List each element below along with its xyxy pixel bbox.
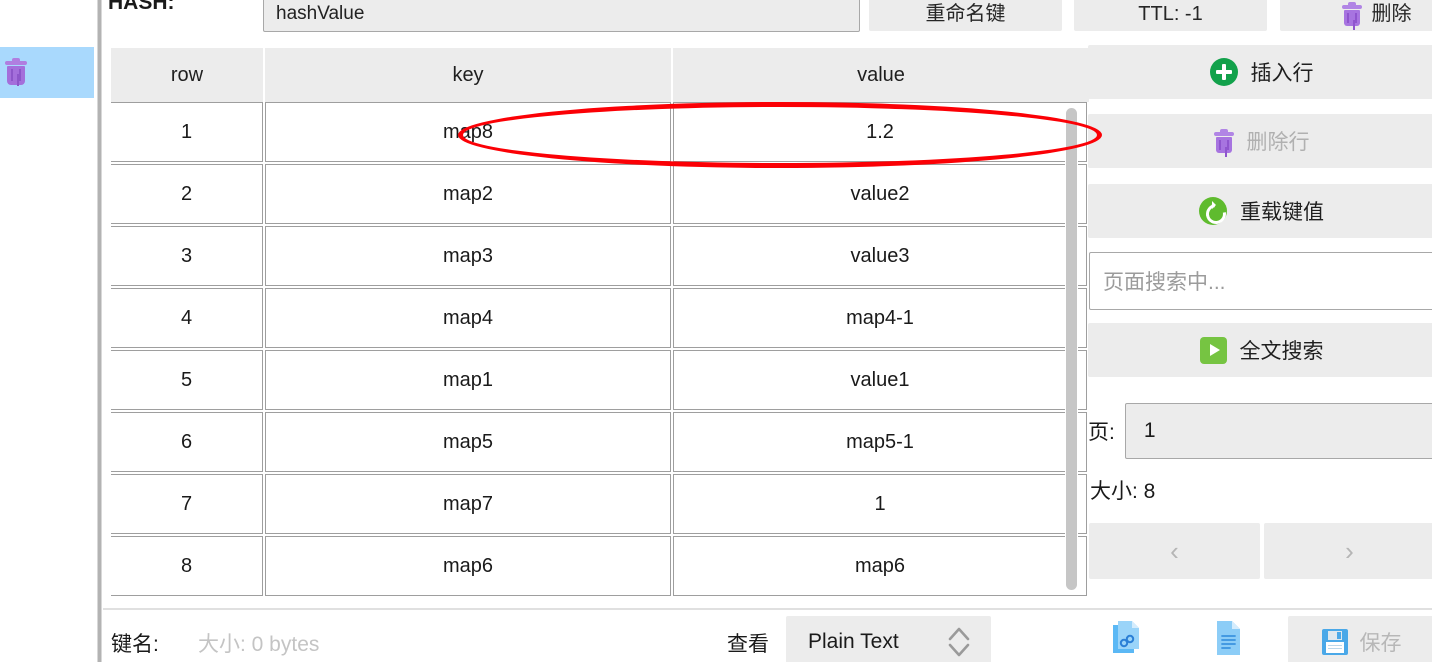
delete-row-button[interactable]: 删除行 (1088, 114, 1432, 168)
table-row[interactable]: 3 map3 value3 (111, 226, 1089, 288)
cell-row[interactable]: 8 (111, 536, 263, 596)
cell-row[interactable]: 1 (111, 102, 263, 162)
pagination-nav: ‹ › (1089, 523, 1432, 579)
hash-key-input[interactable]: hashValue (263, 0, 860, 32)
cell-key[interactable]: map6 (265, 536, 671, 596)
copy-link-document-icon[interactable] (1111, 619, 1143, 657)
main-area: HASH: hashValue 重命名键 TTL: -1 删除 row key … (103, 0, 1432, 662)
page-row: 页: 1 (1088, 403, 1432, 459)
insert-row-button[interactable]: 插入行 (1088, 45, 1432, 99)
delete-key-button[interactable]: 删除 (1280, 0, 1432, 31)
insert-row-label: 插入行 (1250, 62, 1314, 85)
keyname-label: 键名: (111, 633, 159, 656)
table-row[interactable]: 5 map1 value1 (111, 350, 1089, 412)
cell-value[interactable]: 1.2 (673, 102, 1087, 162)
cell-key[interactable]: map5 (265, 412, 671, 472)
cell-value[interactable]: value2 (673, 164, 1087, 224)
floppy-save-icon (1321, 629, 1348, 655)
table-body: 1 map8 1.2 2 map2 value2 3 map3 value3 4 map4 map4-… (111, 102, 1089, 598)
delete-row-label: 删除行 (1246, 131, 1310, 154)
reload-value-button[interactable]: 重载键值 (1088, 184, 1432, 238)
left-rail (0, 0, 97, 662)
save-button[interactable]: 保存 (1288, 616, 1432, 662)
app-root: HASH: hashValue 重命名键 TTL: -1 删除 row key … (0, 0, 1432, 662)
trash-icon (1341, 2, 1362, 30)
cell-value[interactable]: value3 (673, 226, 1087, 286)
cell-value[interactable]: map6 (673, 536, 1087, 596)
plus-circle-icon (1209, 58, 1238, 86)
cell-key[interactable]: map4 (265, 288, 671, 348)
page-label: 页: (1088, 421, 1115, 444)
full-text-search-button[interactable]: 全文搜索 (1088, 323, 1432, 377)
page-search-input[interactable]: 页面搜索中... (1089, 252, 1432, 310)
hash-type-label: HASH: (108, 0, 175, 14)
hash-table: row key value 1 map8 1.2 2 map2 value2 3 map3 va… (111, 48, 1089, 600)
delete-key-label: 删除 (1371, 3, 1412, 25)
cell-row[interactable]: 7 (111, 474, 263, 534)
text-document-icon[interactable] (1213, 619, 1245, 657)
cell-row[interactable]: 2 (111, 164, 263, 224)
cell-key[interactable]: map8 (265, 102, 671, 162)
view-format-value: Plain Text (808, 630, 899, 653)
table-vertical-scrollbar[interactable] (1065, 104, 1078, 594)
right-panel: 插入行 删除行 重载键值 页面搜索中... 全文搜索 页: 1 大小: 8 ‹ … (1088, 45, 1432, 605)
cell-key[interactable]: map7 (265, 474, 671, 534)
table-header: row key value (111, 48, 1089, 102)
column-header-key[interactable]: key (265, 48, 673, 102)
table-row[interactable]: 1 map8 1.2 (111, 102, 1089, 164)
save-label: 保存 (1359, 632, 1402, 655)
view-label: 查看 (727, 633, 769, 656)
page-size-label: 大小: 8 (1090, 480, 1156, 503)
cell-row[interactable]: 5 (111, 350, 263, 410)
table-row[interactable]: 4 map4 map4-1 (111, 288, 1089, 350)
prev-page-button[interactable]: ‹ (1089, 523, 1260, 579)
cell-key[interactable]: map1 (265, 350, 671, 410)
table-row[interactable]: 6 map5 map5-1 (111, 412, 1089, 474)
trash-icon (1213, 128, 1234, 157)
cell-row[interactable]: 6 (111, 412, 263, 472)
next-page-button[interactable]: › (1264, 523, 1432, 579)
column-header-row[interactable]: row (111, 48, 265, 102)
trash-icon (5, 57, 27, 86)
reload-label: 重载键值 (1240, 201, 1324, 224)
rail-item-trash[interactable] (0, 47, 94, 98)
cell-value[interactable]: 1 (673, 474, 1087, 534)
rename-key-button[interactable]: 重命名键 (869, 0, 1062, 31)
page-number-input[interactable]: 1 (1124, 403, 1432, 459)
column-header-value[interactable]: value (673, 48, 1089, 102)
topbar: HASH: hashValue 重命名键 TTL: -1 删除 (103, 0, 1432, 36)
table-row[interactable]: 8 map6 map6 (111, 536, 1089, 598)
cell-value[interactable]: map4-1 (673, 288, 1087, 348)
cell-key[interactable]: map3 (265, 226, 671, 286)
table-row[interactable]: 7 map7 1 (111, 474, 1089, 536)
bottom-status-bar: 键名: 大小: 0 bytes 查看 Plain Text 保存 (103, 608, 1432, 662)
chevron-updown-icon[interactable] (948, 625, 970, 659)
scrollbar-thumb[interactable] (1066, 108, 1077, 590)
cell-row[interactable]: 3 (111, 226, 263, 286)
table-row[interactable]: 2 map2 value2 (111, 164, 1089, 226)
ttl-button[interactable]: TTL: -1 (1074, 0, 1267, 31)
cell-row[interactable]: 4 (111, 288, 263, 348)
cell-key[interactable]: map2 (265, 164, 671, 224)
cell-value[interactable]: map5-1 (673, 412, 1087, 472)
rail-divider[interactable] (97, 0, 102, 662)
reload-icon (1199, 197, 1227, 225)
cell-value[interactable]: value1 (673, 350, 1087, 410)
full-search-label: 全文搜索 (1239, 340, 1324, 363)
value-size-label: 大小: 0 bytes (198, 633, 320, 656)
play-icon (1199, 336, 1227, 364)
view-format-select[interactable]: Plain Text (786, 616, 991, 662)
